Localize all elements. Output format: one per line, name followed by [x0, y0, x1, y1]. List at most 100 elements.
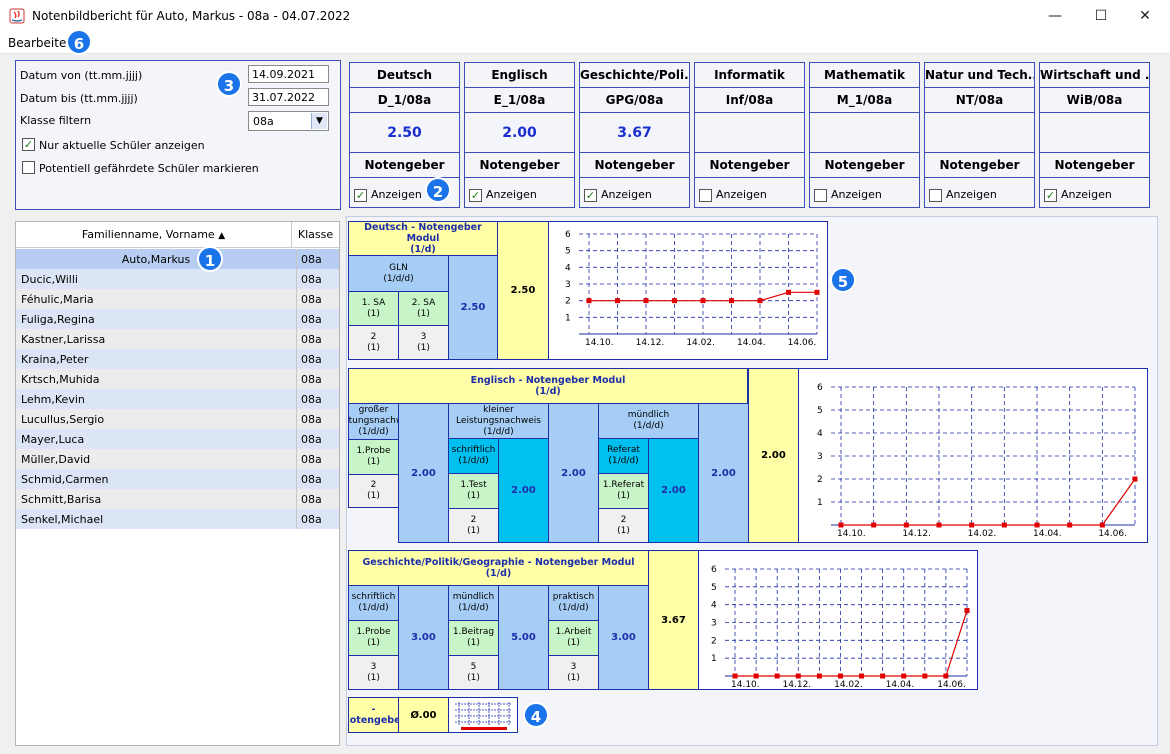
- data-point: [880, 673, 886, 679]
- student-klasse: 08a: [296, 269, 339, 289]
- table-row[interactable]: Krtsch,Muhida 08a: [16, 369, 339, 389]
- deutsch-module-title: Deutsch - Notengeber Modul (1/d): [348, 221, 498, 256]
- datum-bis-label: Datum bis (tt.mm.jjjj): [20, 92, 138, 105]
- datum-von-label: Datum von (tt.mm.jjjj): [20, 69, 143, 82]
- table-row[interactable]: Müller,David 08a: [16, 449, 339, 469]
- table-row[interactable]: Auto,Markus 08a: [16, 249, 339, 269]
- anzeigen-toggle[interactable]: ✓ Anzeigen: [1044, 188, 1112, 202]
- y-tick-label: 3: [817, 452, 823, 462]
- table-row[interactable]: Féhulic,Maria 08a: [16, 289, 339, 309]
- notengeber-button[interactable]: Notengeber: [695, 153, 804, 178]
- englisch-referat-grade: 2 (1): [598, 508, 649, 543]
- student-klasse: 08a: [296, 509, 339, 529]
- notengeber-button[interactable]: Notengeber: [810, 153, 919, 178]
- anzeigen-label: Anzeigen: [601, 188, 652, 201]
- gpg-praktisch-item: 1.Arbeit (1): [548, 620, 599, 656]
- data-point: [964, 608, 970, 614]
- deutsch-total-value: 2.50: [497, 221, 549, 360]
- chevron-down-icon[interactable]: ▼: [311, 113, 327, 129]
- data-point: [672, 298, 677, 304]
- englisch-module-title: Englisch - Notengeber Modul (1/d): [348, 368, 748, 404]
- englisch-chart-svg: 1 2 3 4 5 6 14.10. 14.12. 14.02. 14.04. 14.06.: [817, 383, 1138, 539]
- close-button[interactable]: ✕: [1122, 0, 1168, 32]
- anzeigen-checkbox[interactable]: ✓: [469, 188, 482, 202]
- anzeigen-toggle[interactable]: Anzeigen: [814, 188, 882, 202]
- table-row[interactable]: Fuliga,Regina 08a: [16, 309, 339, 329]
- subject-code: WiB/08a: [1040, 88, 1149, 113]
- y-tick-label: 5: [817, 406, 823, 416]
- sort-ascending-icon: ▲: [218, 231, 226, 241]
- anzeigen-toggle[interactable]: ✓ Anzeigen: [469, 188, 537, 202]
- deutsch-sa2-item: 2. SA (1): [398, 291, 449, 326]
- data-point: [757, 298, 763, 304]
- subject-name: Englisch: [465, 63, 574, 88]
- englisch-referat-item: 1.Referat (1): [598, 473, 649, 509]
- student-table: Familienname, Vorname ▲ Klasse Auto,Mark…: [15, 221, 340, 746]
- table-row[interactable]: Ducic,Willi 08a: [16, 269, 339, 289]
- x-tick-label: 14.02.: [686, 338, 715, 348]
- notengeber-button[interactable]: Notengeber: [465, 153, 574, 178]
- gpg-muendlich-grade: 5 (1): [448, 655, 499, 690]
- subject-column: Wirtschaft und ... WiB/08a Notengeber ✓ Anze…: [1039, 62, 1150, 208]
- student-klasse: 08a: [296, 329, 339, 349]
- student-name: Schmid,Carmen: [21, 473, 109, 486]
- menu-bearbeiten[interactable]: Bearbeiten: [8, 36, 74, 50]
- anzeigen-checkbox[interactable]: [929, 188, 942, 202]
- anzeigen-toggle[interactable]: Anzeigen: [929, 188, 997, 202]
- anzeigen-toggle[interactable]: ✓ Anzeigen: [584, 188, 652, 202]
- callout-badge-4: 4: [523, 702, 549, 728]
- table-row[interactable]: Kraina,Peter 08a: [16, 349, 339, 369]
- table-row[interactable]: Lehm,Kevin 08a: [16, 389, 339, 409]
- klasse-select[interactable]: 08a ▼: [248, 111, 329, 131]
- data-point: [1034, 522, 1040, 528]
- anzeigen-checkbox[interactable]: ✓: [354, 188, 367, 202]
- anzeigen-checkbox[interactable]: [699, 188, 712, 202]
- anzeigen-toggle[interactable]: Anzeigen: [699, 188, 767, 202]
- anzeigen-label: Anzeigen: [371, 188, 422, 201]
- deutsch-chart: 1 2 3 4 5 6 14.10. 14.12. 14.02. 14.04. 14.06.: [548, 221, 828, 360]
- datum-bis-input[interactable]: 31.07.2022: [248, 88, 329, 106]
- subject-name: Mathematik: [810, 63, 919, 88]
- table-row[interactable]: Lucullus,Sergio 08a: [16, 409, 339, 429]
- y-tick-label: 3: [711, 619, 717, 629]
- data-point: [774, 673, 780, 679]
- student-name: Lucullus,Sergio: [21, 413, 105, 426]
- table-row[interactable]: Schmid,Carmen 08a: [16, 469, 339, 489]
- anzeigen-checkbox[interactable]: ✓: [584, 188, 597, 202]
- nur-aktuelle-checkbox[interactable]: ✓: [22, 138, 35, 151]
- maximize-button[interactable]: ☐: [1078, 0, 1124, 32]
- table-row[interactable]: Senkel,Michael 08a: [16, 509, 339, 529]
- anzeigen-toggle[interactable]: ✓ Anzeigen: [354, 188, 422, 202]
- englisch-referat-header: Referat (1/d/d): [598, 438, 649, 474]
- datum-von-input[interactable]: 14.09.2021: [248, 65, 329, 83]
- gpg-muendlich-item: 1.Beitrag (1): [448, 620, 499, 656]
- student-name: Lehm,Kevin: [21, 393, 85, 406]
- englisch-test-grade: 2 (1): [448, 508, 499, 543]
- student-name: Fuliga,Regina: [21, 313, 95, 326]
- englisch-kl-header: kleiner Leistungsnachweis (1/d/d): [448, 403, 549, 439]
- data-point: [795, 673, 801, 679]
- subject-code: NT/08a: [925, 88, 1034, 113]
- student-klasse: 08a: [296, 249, 339, 269]
- subject-column: Informatik Inf/08a Notengeber Anzeigen: [694, 62, 805, 208]
- student-klasse: 08a: [296, 429, 339, 449]
- column-header-name[interactable]: Familienname, Vorname ▲: [16, 222, 291, 248]
- table-row[interactable]: Kastner,Larissa 08a: [16, 329, 339, 349]
- englisch-gl-grade: 2 (1): [348, 474, 399, 508]
- y-tick-label: 1: [565, 313, 571, 323]
- notengeber-button[interactable]: Notengeber: [350, 153, 459, 178]
- notengeber-button[interactable]: Notengeber: [925, 153, 1034, 178]
- gefaehrdet-checkbox[interactable]: [22, 161, 35, 174]
- table-row[interactable]: Schmitt,Barisa 08a: [16, 489, 339, 509]
- notengeber-button[interactable]: Notengeber: [1040, 153, 1149, 178]
- gpg-total-value: 3.67: [648, 550, 699, 690]
- student-name: Féhulic,Maria: [21, 293, 94, 306]
- table-row[interactable]: Mayer,Luca 08a: [16, 429, 339, 449]
- gpg-chart-svg: 1 2 3 4 5 6 14.10. 14.12. 14.02. 14.04. 14.06.: [711, 565, 970, 690]
- anzeigen-checkbox[interactable]: ✓: [1044, 188, 1057, 202]
- notengeber-button[interactable]: Notengeber: [580, 153, 689, 178]
- minimize-button[interactable]: —: [1032, 0, 1078, 32]
- x-tick-label: 14.06.: [788, 338, 817, 348]
- anzeigen-checkbox[interactable]: [814, 188, 827, 202]
- column-header-klasse[interactable]: Klasse: [291, 222, 339, 248]
